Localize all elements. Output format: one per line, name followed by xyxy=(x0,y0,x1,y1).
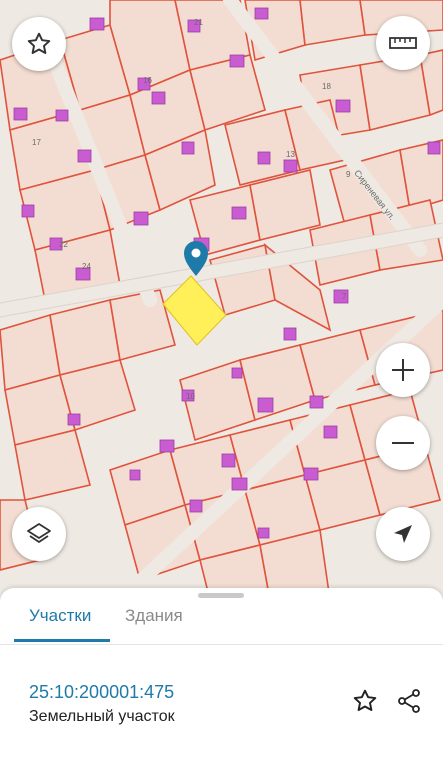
ruler-button[interactable] xyxy=(376,16,430,70)
bottom-sheet[interactable]: Участки Здания 25:10:200001:475 Земельны… xyxy=(0,588,443,768)
plot-number: 22 xyxy=(59,240,68,249)
star-outline-icon xyxy=(27,32,51,54)
share-button[interactable] xyxy=(394,686,424,716)
favorite-button[interactable] xyxy=(350,686,380,716)
divider xyxy=(0,644,443,645)
my-location-button[interactable] xyxy=(376,507,430,561)
drag-handle[interactable] xyxy=(198,593,244,598)
plot-number: 18 xyxy=(322,82,331,91)
star-outline-icon xyxy=(353,689,377,711)
object-type-label: Земельный участок xyxy=(29,708,175,725)
layers-icon xyxy=(27,523,51,543)
plot-number: 24 xyxy=(82,262,91,271)
active-tab-indicator xyxy=(14,639,110,642)
layers-button[interactable] xyxy=(12,507,66,561)
favorite-map-button[interactable] xyxy=(12,17,66,71)
cadastral-map[interactable] xyxy=(0,0,443,600)
minus-icon xyxy=(392,442,414,444)
plot-number: 13 xyxy=(286,150,295,159)
zoom-in-button[interactable] xyxy=(376,343,430,397)
zoom-out-button[interactable] xyxy=(376,416,430,470)
plot-number: 10 xyxy=(186,392,195,401)
plot-number: 17 xyxy=(32,138,41,147)
navigation-arrow-icon xyxy=(394,525,412,543)
plot-number: 9 xyxy=(346,170,351,179)
plot-number: 16 xyxy=(143,76,152,85)
map-view[interactable]: 21 16 17 22 24 18 13 9 7 10 Сиреневая ул… xyxy=(0,0,443,600)
tab-parcels[interactable]: Участки xyxy=(29,606,91,626)
share-icon xyxy=(398,689,420,713)
cadastral-number[interactable]: 25:10:200001:475 xyxy=(29,682,174,703)
plus-icon xyxy=(392,359,414,381)
ruler-icon xyxy=(389,37,417,49)
plot-number: 7 xyxy=(342,292,347,301)
tab-buildings[interactable]: Здания xyxy=(125,606,183,626)
plot-number: 21 xyxy=(194,18,203,27)
